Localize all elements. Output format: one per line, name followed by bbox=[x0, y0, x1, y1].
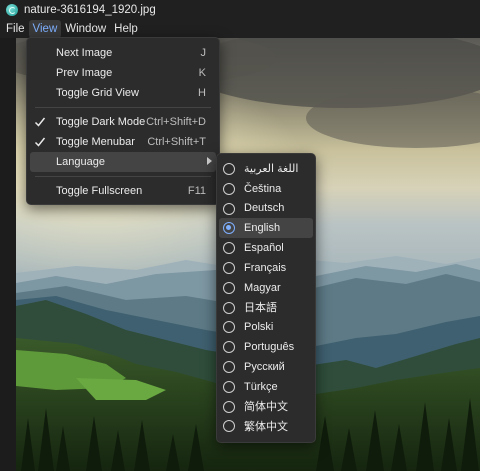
radio-icon bbox=[223, 341, 235, 354]
language-label: Deutsch bbox=[244, 202, 285, 215]
radio-icon bbox=[223, 321, 235, 334]
menu-item-label: Toggle Dark Mode bbox=[56, 116, 146, 128]
menu-file[interactable]: File bbox=[2, 20, 29, 38]
language-option-english[interactable]: English bbox=[219, 218, 313, 239]
radio-icon bbox=[223, 182, 235, 195]
language-label: Português bbox=[244, 341, 295, 354]
language-label: Français bbox=[244, 261, 287, 274]
checkmark-icon bbox=[34, 117, 46, 127]
menu-view[interactable]: View bbox=[28, 20, 62, 38]
title-bar: nature-3616194_1920.jpg bbox=[0, 0, 480, 20]
language-option-hungarian[interactable]: Magyar bbox=[217, 278, 315, 298]
menu-bar: File View Window Help bbox=[0, 20, 480, 38]
radio-icon bbox=[223, 380, 235, 393]
language-option-german[interactable]: Deutsch bbox=[217, 199, 315, 219]
language-label: Русский bbox=[244, 360, 285, 373]
menu-item-prev-image[interactable]: Prev Image K bbox=[27, 63, 219, 83]
radio-icon bbox=[223, 242, 235, 255]
menu-item-language[interactable]: Language bbox=[30, 152, 216, 172]
menu-item-shortcut: K bbox=[198, 67, 206, 79]
language-option-portuguese[interactable]: Português bbox=[217, 337, 315, 357]
menu-separator bbox=[35, 176, 211, 177]
language-label: English bbox=[244, 222, 281, 235]
app-logo-icon bbox=[6, 4, 18, 16]
menu-item-shortcut: J bbox=[200, 47, 207, 59]
radio-icon bbox=[223, 400, 235, 413]
menu-help[interactable]: Help bbox=[110, 20, 142, 38]
menu-item-toggle-grid-view[interactable]: Toggle Grid View H bbox=[27, 83, 219, 103]
language-option-french[interactable]: Français bbox=[217, 258, 315, 278]
submenu-arrow-icon bbox=[207, 157, 212, 165]
window-title: nature-3616194_1920.jpg bbox=[24, 4, 156, 16]
menu-item-shortcut: F11 bbox=[187, 185, 206, 197]
language-label: Türkçe bbox=[244, 380, 278, 393]
language-option-spanish[interactable]: Español bbox=[217, 238, 315, 258]
language-option-simplified-chinese[interactable]: 简体中文 bbox=[217, 397, 315, 417]
language-label: Español bbox=[244, 242, 284, 255]
menu-separator bbox=[35, 107, 211, 108]
radio-icon bbox=[223, 281, 235, 294]
language-option-turkish[interactable]: Türkçe bbox=[217, 377, 315, 397]
radio-icon bbox=[223, 360, 235, 373]
radio-icon bbox=[223, 261, 235, 274]
language-label: اللغة العربية bbox=[244, 163, 299, 176]
language-option-russian[interactable]: Русский bbox=[217, 357, 315, 377]
language-option-arabic[interactable]: اللغة العربية bbox=[217, 159, 315, 179]
menu-item-toggle-fullscreen[interactable]: Toggle Fullscreen F11 bbox=[27, 181, 219, 201]
view-menu-dropdown: Next Image J Prev Image K Toggle Grid Vi… bbox=[26, 37, 220, 205]
menu-item-label: Next Image bbox=[56, 47, 113, 59]
radio-icon bbox=[223, 163, 235, 175]
menu-item-label: Toggle Grid View bbox=[56, 87, 139, 99]
viewport-margin bbox=[0, 38, 16, 471]
menu-item-label: Language bbox=[56, 156, 105, 168]
language-option-czech[interactable]: Čeština bbox=[217, 179, 315, 199]
language-submenu: اللغة العربية Čeština Deutsch English Es… bbox=[216, 153, 316, 443]
language-label: Magyar bbox=[244, 281, 281, 294]
menu-item-label: Toggle Fullscreen bbox=[56, 185, 143, 197]
language-option-japanese[interactable]: 日本語 bbox=[217, 298, 315, 318]
language-option-polish[interactable]: Polski bbox=[217, 317, 315, 337]
menu-item-shortcut: H bbox=[198, 87, 206, 99]
menu-item-toggle-menubar[interactable]: Toggle Menubar Ctrl+Shift+T bbox=[27, 132, 219, 152]
checkmark-icon bbox=[34, 137, 46, 147]
language-label: 简体中文 bbox=[244, 401, 288, 414]
language-label: Polski bbox=[244, 321, 274, 334]
language-label: 繁体中文 bbox=[244, 421, 288, 434]
radio-icon bbox=[223, 301, 235, 314]
menu-item-next-image[interactable]: Next Image J bbox=[27, 43, 219, 63]
menu-window[interactable]: Window bbox=[61, 20, 110, 38]
radio-selected-icon bbox=[223, 222, 235, 235]
language-option-traditional-chinese[interactable]: 繁体中文 bbox=[217, 416, 315, 436]
radio-icon bbox=[223, 202, 235, 215]
language-label: Čeština bbox=[244, 182, 282, 195]
menu-item-toggle-dark-mode[interactable]: Toggle Dark Mode Ctrl+Shift+D bbox=[27, 112, 219, 132]
menu-item-label: Toggle Menubar bbox=[56, 136, 135, 148]
language-label: 日本語 bbox=[244, 302, 277, 315]
menu-item-shortcut: Ctrl+Shift+T bbox=[147, 136, 206, 148]
menu-item-label: Prev Image bbox=[56, 67, 113, 79]
menu-item-shortcut: Ctrl+Shift+D bbox=[146, 116, 206, 128]
radio-icon bbox=[223, 420, 235, 433]
